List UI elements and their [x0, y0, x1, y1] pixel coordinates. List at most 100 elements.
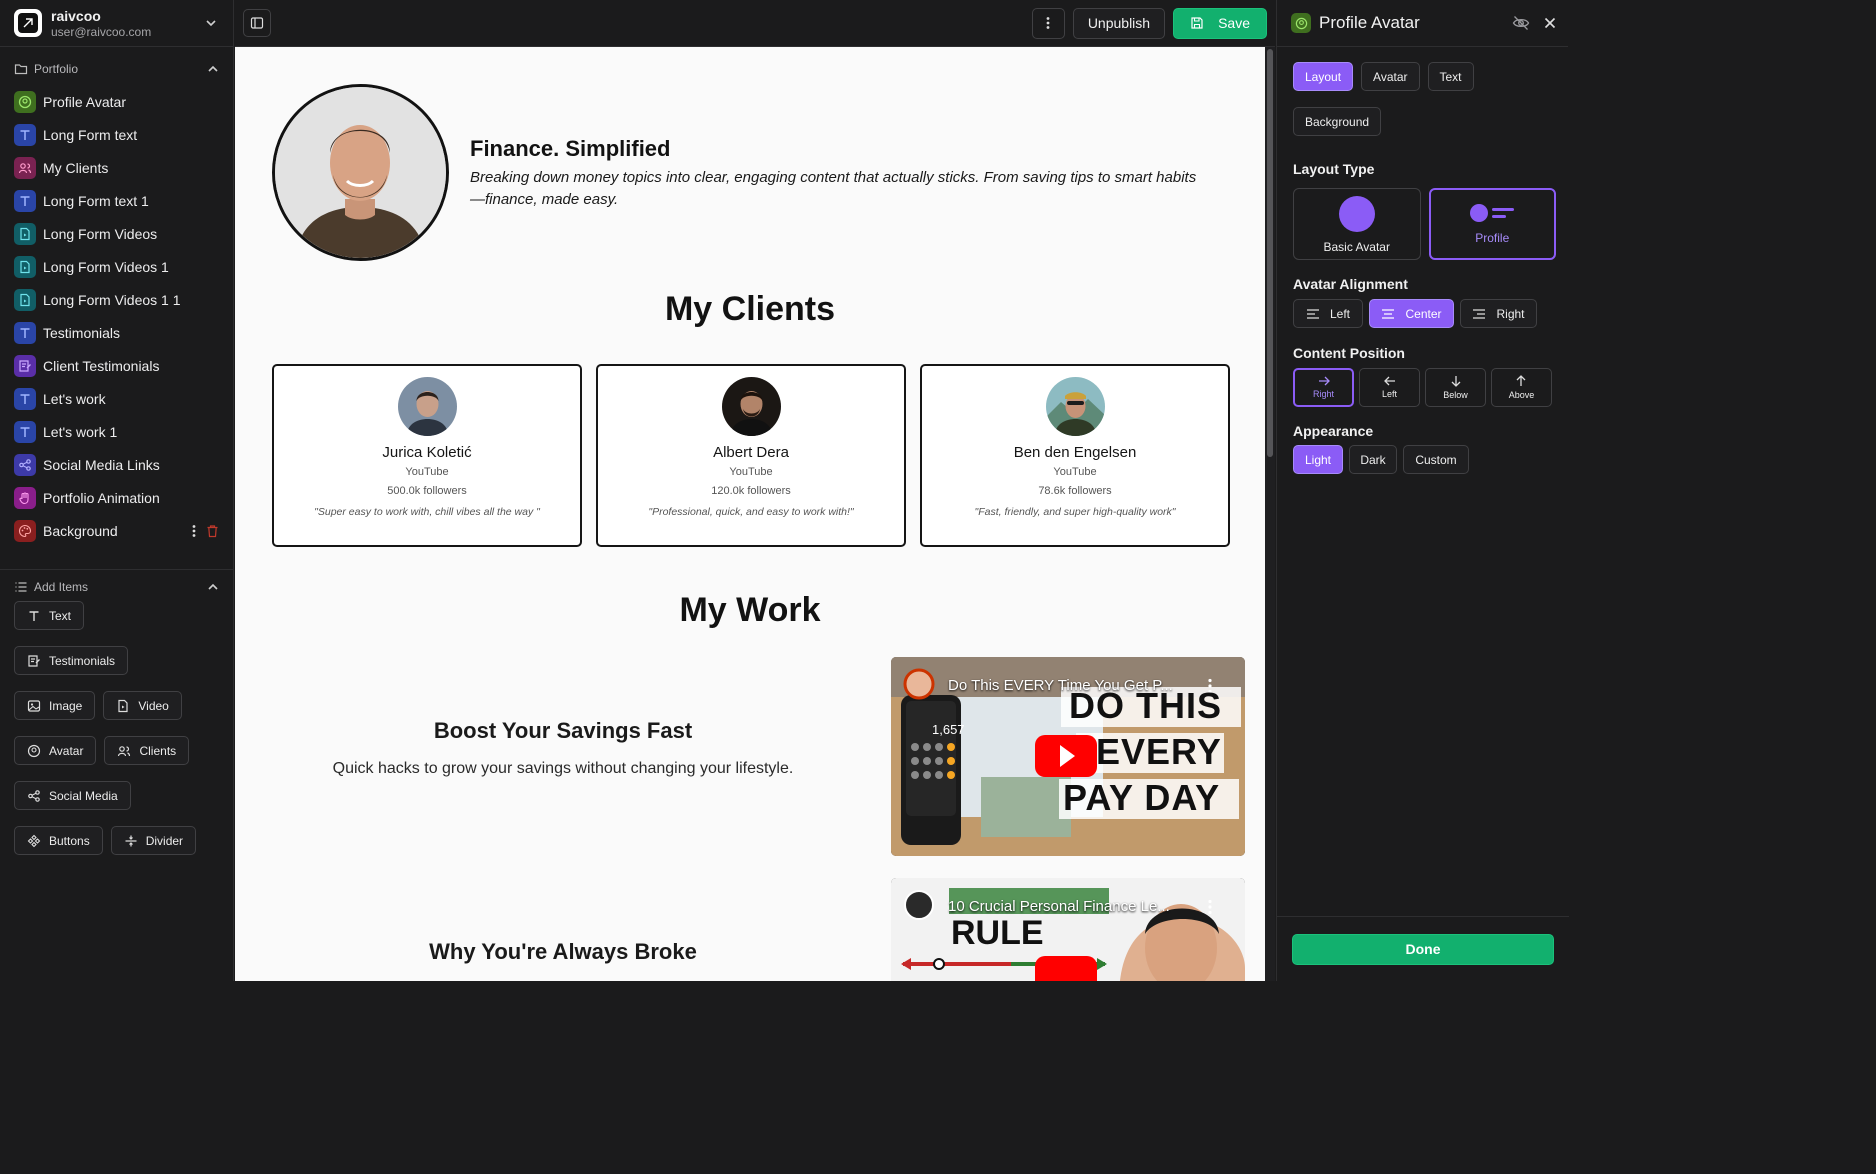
add-testimonials-label: Testimonials: [49, 653, 116, 668]
tab-text[interactable]: Text: [1427, 62, 1474, 91]
basic-avatar-icon: [1338, 195, 1375, 232]
more-options-button[interactable]: [1031, 7, 1065, 39]
add-clients-button[interactable]: Clients: [104, 736, 190, 765]
sidebar-item-my-clients[interactable]: My Clients: [0, 151, 233, 184]
arrow-down-icon: [1451, 376, 1460, 387]
share-icon: [14, 453, 36, 476]
testimonial-icon: [14, 354, 36, 377]
sidebar-item-profile-avatar[interactable]: Profile Avatar: [0, 85, 233, 118]
unpublish-button[interactable]: Unpublish: [1072, 7, 1166, 39]
video-embed[interactable]: Do This EVERY Time You Get P... DO THIS …: [891, 657, 1245, 856]
add-social-media-button[interactable]: Social Media: [14, 781, 131, 810]
sidebar-item-portfolio-animation[interactable]: Portfolio Animation: [0, 481, 233, 514]
hand-icon: [14, 486, 36, 509]
add-avatar-button[interactable]: Avatar: [14, 736, 97, 765]
profile-avatar-image: [272, 84, 449, 261]
layout-profile-option[interactable]: Profile: [1428, 188, 1556, 260]
thumbnail-text-line: PAY DAY: [1063, 777, 1221, 818]
editor-toolbar: Unpublish Save: [235, 0, 1275, 47]
client-platform: YouTube: [405, 466, 449, 478]
account-switcher[interactable]: raivcoo user@raivcoo.com: [0, 0, 233, 47]
scrollbar-thumb[interactable]: [1267, 49, 1273, 457]
add-divider-button[interactable]: Divider: [110, 826, 197, 855]
sidebar-item-label: My Clients: [43, 159, 109, 176]
client-card[interactable]: Jurica Koletić YouTube 500.0k followers …: [272, 364, 582, 547]
save-button[interactable]: Save: [1173, 7, 1267, 39]
sidebar-item-label: Profile Avatar: [43, 93, 127, 110]
chevron-down-icon[interactable]: [203, 15, 219, 31]
page-preview-canvas[interactable]: Finance. Simplified Breaking down money …: [235, 47, 1265, 981]
avatar-alignment-options: Left Center Right: [1277, 299, 1568, 328]
toggle-sidebar-button[interactable]: [243, 9, 271, 37]
client-card[interactable]: Ben den Engelsen YouTube 78.6k followers…: [920, 364, 1230, 547]
tab-avatar[interactable]: Avatar: [1361, 62, 1420, 91]
align-right-button[interactable]: Right: [1460, 299, 1537, 328]
align-center-button[interactable]: Center: [1369, 299, 1454, 328]
position-below-button[interactable]: Below: [1425, 368, 1486, 407]
sidebar-item-label: Let's work: [43, 390, 106, 407]
position-left-button[interactable]: Left: [1359, 368, 1421, 407]
floppy-disk-icon: [1191, 17, 1203, 29]
align-left-button[interactable]: Left: [1293, 299, 1363, 328]
users-icon: [118, 745, 131, 756]
text-icon: [14, 387, 36, 410]
done-button[interactable]: Done: [1292, 933, 1554, 965]
hide-eye-icon[interactable]: [1512, 15, 1530, 31]
client-followers: 78.6k followers: [1038, 485, 1112, 497]
sidebar-item-lets-work[interactable]: Let's work: [0, 382, 233, 415]
sidebar-item-label: Testimonials: [43, 324, 121, 341]
video-file-icon: [14, 288, 36, 311]
sidebar-item-client-testimonials[interactable]: Client Testimonials: [0, 349, 233, 382]
add-text-button[interactable]: Text: [14, 601, 85, 630]
add-items-section-header[interactable]: Add Items: [0, 569, 233, 594]
chevron-up-icon[interactable]: [207, 581, 219, 593]
sidebar-item-background[interactable]: Background: [0, 514, 233, 547]
position-above-button[interactable]: Above: [1491, 368, 1552, 407]
sidebar-item-lets-work-1[interactable]: Let's work 1: [0, 415, 233, 448]
profile-avatar-block[interactable]: Finance. Simplified Breaking down money …: [272, 84, 1212, 262]
appearance-light-button[interactable]: Light: [1293, 445, 1343, 474]
client-avatar: [397, 377, 457, 436]
portfolio-section-header[interactable]: Portfolio: [0, 57, 233, 81]
add-testimonials-button[interactable]: Testimonials: [14, 646, 129, 675]
client-card[interactable]: Albert Dera YouTube 120.0k followers "Pr…: [596, 364, 906, 547]
client-avatar: [721, 377, 781, 436]
add-items-grid: Text Testimonials Image Video Avatar Cli…: [0, 601, 233, 855]
add-buttons-button[interactable]: Buttons: [14, 826, 103, 855]
sidebar-item-long-form-text[interactable]: Long Form text: [0, 118, 233, 151]
layout-type-label: Layout Type: [1293, 161, 1375, 177]
client-followers: 500.0k followers: [387, 485, 467, 497]
sidebar-item-long-form-videos-1[interactable]: Long Form Videos 1: [0, 250, 233, 283]
tab-layout[interactable]: Layout: [1293, 62, 1354, 91]
align-label: Left: [1329, 306, 1350, 321]
add-image-button[interactable]: Image: [14, 691, 96, 720]
client-name: Jurica Koletić: [382, 444, 472, 461]
kebab-menu-icon[interactable]: [1208, 899, 1212, 915]
trash-icon[interactable]: [206, 524, 219, 538]
account-name: raivcoo: [51, 7, 101, 24]
add-video-button[interactable]: Video: [103, 691, 182, 720]
arrow-right-icon: [1318, 376, 1330, 386]
sidebar-item-long-form-text-1[interactable]: Long Form text 1: [0, 184, 233, 217]
portfolio-blocks-list: Profile Avatar Long Form text My Clients…: [0, 85, 233, 547]
sidebar-item-social-media-links[interactable]: Social Media Links: [0, 448, 233, 481]
divider-icon: [125, 835, 137, 846]
sidebar-item-label: Long Form Videos 1: [43, 258, 169, 275]
video-embed[interactable]: 10 Crucial Personal Finance Le... RULE: [891, 878, 1245, 981]
appearance-dark-button[interactable]: Dark: [1349, 445, 1397, 474]
tab-background[interactable]: Background: [1293, 107, 1382, 136]
sidebar-item-long-form-videos[interactable]: Long Form Videos: [0, 217, 233, 250]
sidebar-item-testimonials[interactable]: Testimonials: [0, 316, 233, 349]
layout-basic-avatar-option[interactable]: Basic Avatar: [1293, 188, 1421, 260]
close-icon[interactable]: [1544, 17, 1556, 29]
video-file-icon: [14, 222, 36, 245]
content-position-label: Content Position: [1293, 345, 1405, 361]
kebab-menu-icon[interactable]: [192, 524, 196, 538]
sidebar-item-long-form-videos-1-1[interactable]: Long Form Videos 1 1: [0, 283, 233, 316]
position-right-button[interactable]: Right: [1293, 368, 1355, 407]
canvas-scrollbar[interactable]: [1265, 47, 1275, 981]
chevron-up-icon[interactable]: [207, 63, 219, 75]
text-icon: [14, 123, 36, 146]
appearance-custom-button[interactable]: Custom: [1403, 445, 1469, 474]
workspace-logo-icon: [14, 9, 42, 37]
